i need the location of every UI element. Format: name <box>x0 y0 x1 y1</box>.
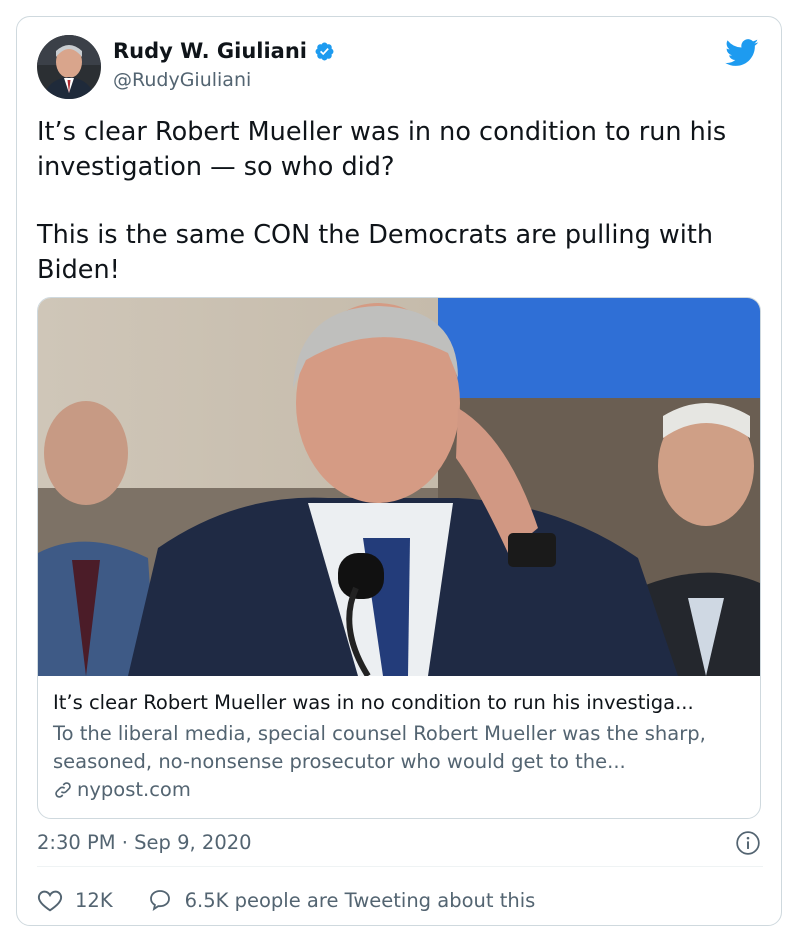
twitter-bird-icon[interactable] <box>725 39 759 67</box>
link-card-title[interactable]: It’s clear Robert Mueller was in no cond… <box>53 691 747 714</box>
link-card-domain[interactable]: nypost.com <box>77 778 191 801</box>
link-card-description: To the liberal media, special counsel Ro… <box>53 722 706 773</box>
link-icon <box>55 781 71 798</box>
tweet-text: It’s clear Robert Mueller was in no cond… <box>37 115 765 288</box>
link-preview-card[interactable]: It’s clear Robert Mueller was in no cond… <box>37 297 761 819</box>
avatar[interactable] <box>37 35 101 99</box>
speech-bubble-icon[interactable] <box>147 888 173 912</box>
verified-badge-icon <box>315 42 334 60</box>
info-icon[interactable] <box>735 830 761 856</box>
tweet-paragraph: This is the same CON the Democrats are p… <box>37 220 713 285</box>
tweeting-about-count[interactable]: 6.5K people are Tweeting about this <box>185 889 536 912</box>
reply-action[interactable]: 6.5K people are Tweeting about this <box>147 888 536 912</box>
heart-icon[interactable] <box>37 888 63 912</box>
tweet-paragraph: It’s clear Robert Mueller was in no cond… <box>37 117 727 182</box>
tweet-actions: 12K 6.5K people are Tweeting about this <box>37 885 535 915</box>
author-handle[interactable]: @RudyGiuliani <box>113 69 251 91</box>
author-name-row[interactable]: Rudy W. Giuliani <box>113 39 335 63</box>
tweet-timestamp[interactable]: 2:30 PM · Sep 9, 2020 <box>37 831 252 854</box>
tweet-card: Rudy W. Giuliani @RudyGiuliani It’s clea… <box>16 16 782 926</box>
author-name[interactable]: Rudy W. Giuliani <box>113 39 307 63</box>
divider <box>37 866 763 867</box>
link-card-domain-row[interactable]: nypost.com <box>53 778 191 801</box>
preview-photo[interactable] <box>38 298 760 676</box>
like-count: 12K <box>75 888 113 912</box>
like-action[interactable]: 12K <box>37 888 113 912</box>
